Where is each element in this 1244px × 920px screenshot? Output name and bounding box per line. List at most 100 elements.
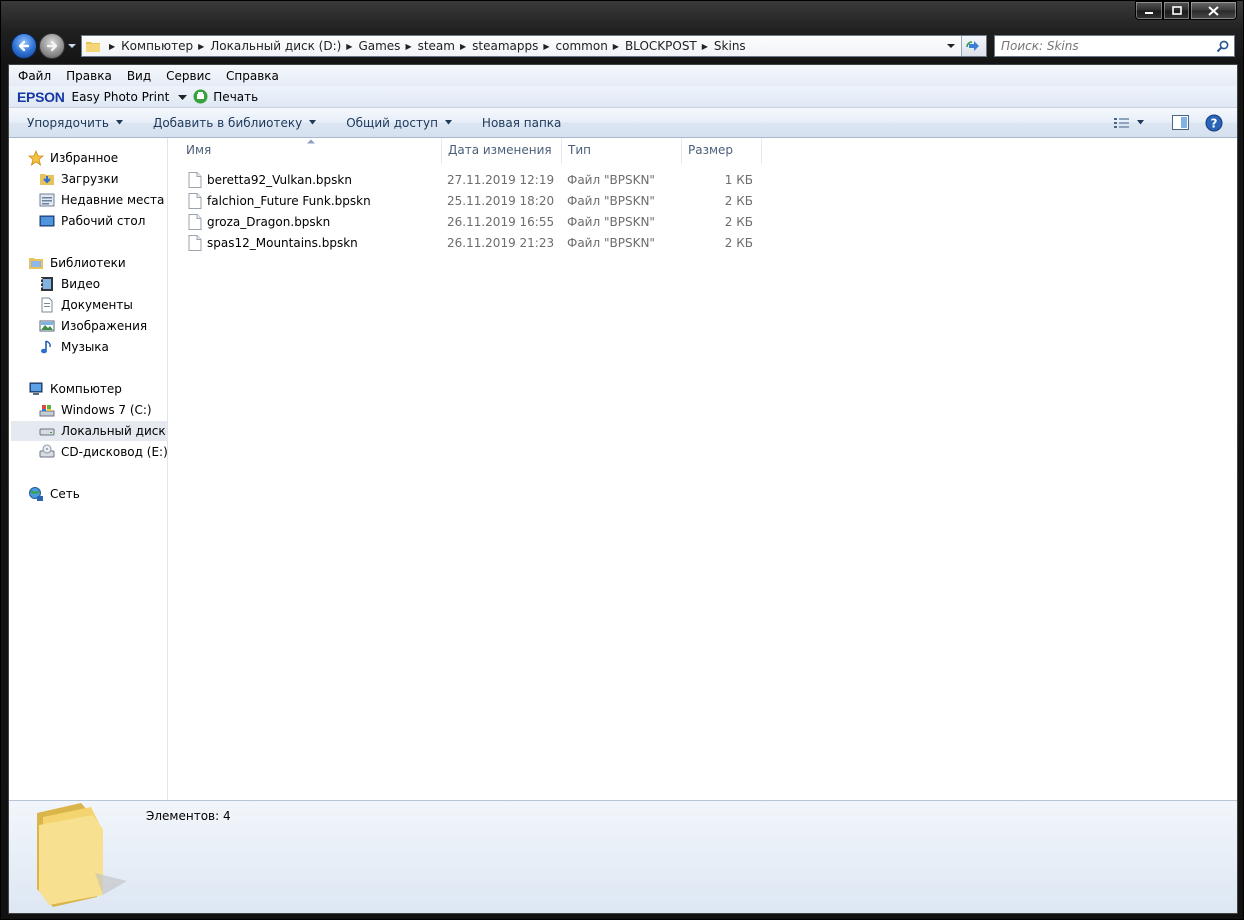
libraries-icon	[28, 255, 44, 271]
new-folder-label: Новая папка	[481, 115, 562, 130]
nav-computer[interactable]: Компьютер	[28, 379, 122, 399]
chevron-down-icon[interactable]	[178, 93, 188, 101]
file-date: 27.11.2019 12:19	[447, 172, 555, 187]
nav-downloads[interactable]: Загрузки	[39, 169, 119, 189]
chevron-right-icon[interactable]: ▶	[702, 42, 708, 51]
file-type: Файл "BPSKN"	[567, 193, 655, 208]
minimize-icon	[1145, 11, 1153, 14]
new-folder-button[interactable]: Новая папка	[473, 108, 570, 137]
change-view-button[interactable]	[1114, 117, 1144, 129]
nav-pictures[interactable]: Изображения	[39, 316, 147, 336]
generic-file-icon	[188, 213, 202, 230]
view-controls: ?	[1114, 108, 1237, 137]
menu-bar: Файл Правка Вид Сервис Справка	[9, 65, 1237, 86]
navigation-pane: Избранное Загрузки Недавние места Рабочи…	[9, 138, 168, 801]
nav-pictures-label: Изображения	[61, 319, 148, 333]
nav-music-label: Музыка	[61, 340, 109, 354]
recent-pages-dropdown-icon[interactable]	[67, 41, 77, 51]
breadcrumb-item[interactable]: ▶ common	[538, 39, 607, 53]
easy-photo-print-button[interactable]: Easy Photo Print	[72, 90, 170, 104]
address-history-dropdown-icon[interactable]	[946, 41, 956, 51]
nav-drive-e[interactable]: CD-дисковод (E:)	[39, 442, 167, 462]
column-name-label: Имя	[186, 143, 212, 157]
details-pane: Элементов: 4	[9, 800, 1237, 913]
chevron-right-icon[interactable]: ▶	[460, 42, 466, 51]
minimize-button[interactable]	[1135, 1, 1163, 20]
column-header-size[interactable]: Размер	[682, 138, 762, 164]
print-button[interactable]: Печать	[213, 90, 258, 104]
nav-favorites[interactable]: Избранное	[28, 148, 118, 168]
caption-buttons	[1135, 1, 1237, 21]
file-row[interactable]: beretta92_Vulkan.bpskn 27.11.2019 12:19 …	[188, 169, 753, 190]
address-bar[interactable]: ▶ Компьютер ▶ Локальный диск (D:) ▶ Games ▶…	[81, 35, 987, 57]
refresh-button[interactable]	[961, 36, 986, 56]
breadcrumb-item[interactable]: ▶ Skins	[697, 39, 746, 53]
breadcrumb-item[interactable]: ▶ Компьютер	[104, 39, 193, 53]
pictures-icon	[39, 318, 55, 334]
print-icon[interactable]	[193, 89, 208, 104]
nav-desktop[interactable]: Рабочий стол	[39, 211, 145, 231]
file-row[interactable]: spas12_Mountains.bpskn 26.11.2019 21:23 …	[188, 232, 753, 253]
breadcrumb-item[interactable]: ▶ steam	[400, 39, 455, 53]
menu-tools[interactable]: Сервис	[160, 69, 217, 83]
content-frame: Файл Правка Вид Сервис Справка EPSON Eas…	[8, 64, 1238, 914]
breadcrumb-item[interactable]: ▶ Games	[341, 39, 400, 53]
organize-button[interactable]: Упорядочить	[18, 108, 132, 137]
menu-file[interactable]: Файл	[12, 69, 57, 83]
nav-drive-d-label: Локальный диск (D	[61, 424, 167, 438]
file-size: 2 КБ	[724, 235, 753, 250]
nav-video[interactable]: Видео	[39, 274, 100, 294]
help-button[interactable]: ?	[1205, 114, 1223, 132]
chevron-right-icon[interactable]: ▶	[198, 42, 204, 51]
nav-music[interactable]: Музыка	[39, 337, 109, 357]
menu-edit[interactable]: Правка	[60, 69, 118, 83]
chevron-down-icon	[444, 120, 452, 125]
nav-recent-places[interactable]: Недавние места	[39, 190, 164, 210]
chevron-right-icon[interactable]: ▶	[405, 42, 411, 51]
chevron-right-icon[interactable]: ▶	[613, 42, 619, 51]
explorer-window: ▶ Компьютер ▶ Локальный диск (D:) ▶ Games ▶…	[0, 0, 1244, 920]
file-name: spas12_Mountains.bpskn	[207, 235, 358, 250]
nav-network[interactable]: Сеть	[28, 484, 80, 504]
back-button[interactable]	[11, 33, 37, 59]
forward-button[interactable]	[39, 33, 65, 59]
breadcrumb-item[interactable]: ▶ BLOCKPOST	[608, 39, 697, 53]
file-row[interactable]: groza_Dragon.bpskn 26.11.2019 16:55 Файл…	[188, 211, 753, 232]
large-folder-icon	[37, 803, 127, 907]
column-type-label: Тип	[568, 143, 591, 157]
breadcrumb-item[interactable]: ▶ Локальный диск (D:)	[193, 39, 341, 53]
preview-pane-button[interactable]	[1172, 115, 1189, 130]
column-header-type[interactable]: Тип	[562, 138, 682, 164]
nav-libraries-label: Библиотеки	[50, 256, 126, 270]
file-type: Файл "BPSKN"	[567, 214, 655, 229]
documents-icon	[39, 297, 55, 313]
close-button[interactable]	[1190, 1, 1237, 20]
menu-view[interactable]: Вид	[121, 69, 157, 83]
search-input[interactable]	[995, 38, 1213, 54]
file-size: 2 КБ	[724, 193, 753, 208]
menu-help[interactable]: Справка	[220, 69, 285, 83]
share-button[interactable]: Общий доступ	[337, 108, 461, 137]
search-icon[interactable]	[1216, 40, 1229, 53]
maximize-button[interactable]	[1163, 1, 1190, 20]
generic-file-icon	[188, 234, 202, 251]
nav-drive-c[interactable]: Windows 7 (C:)	[39, 400, 152, 420]
file-row[interactable]: falchion_Future Funk.bpskn 25.11.2019 18…	[188, 190, 753, 211]
file-list: Имя Дата изменения Тип Размер beretta92_…	[168, 138, 1237, 801]
column-header-date[interactable]: Дата изменения	[442, 138, 562, 164]
nav-drive-d[interactable]: Локальный диск (D	[11, 421, 167, 441]
nav-documents[interactable]: Документы	[39, 295, 133, 315]
chevron-down-icon	[309, 120, 317, 125]
file-type: Файл "BPSKN"	[567, 172, 655, 187]
add-to-library-button[interactable]: Добавить в библиотеку	[144, 108, 325, 137]
chevron-right-icon[interactable]: ▶	[543, 42, 549, 51]
nav-libraries[interactable]: Библиотеки	[28, 253, 126, 273]
forward-arrow-icon	[46, 40, 58, 52]
view-details-icon	[1114, 117, 1129, 128]
search-box[interactable]	[994, 35, 1235, 57]
downloads-folder-icon	[39, 171, 55, 187]
chevron-right-icon[interactable]: ▶	[109, 42, 115, 51]
chevron-right-icon[interactable]: ▶	[346, 42, 352, 51]
column-header-name[interactable]: Имя	[168, 138, 442, 164]
breadcrumb-item[interactable]: ▶ steamapps	[455, 39, 538, 53]
